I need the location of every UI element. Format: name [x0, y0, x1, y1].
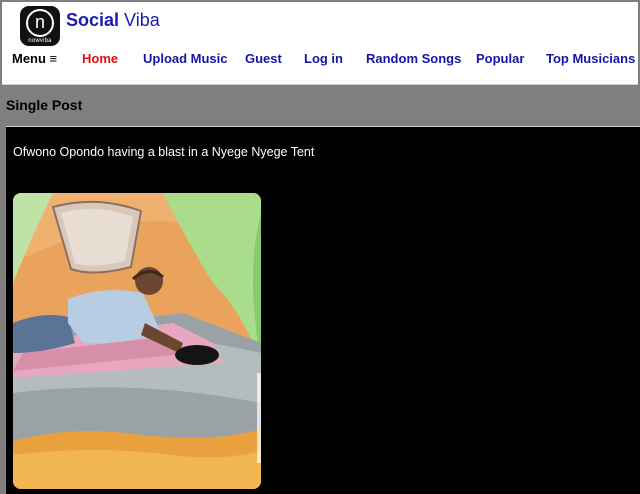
nav-guest[interactable]: Guest	[245, 51, 282, 66]
post-photo[interactable]	[13, 193, 261, 489]
tent-photo-illustration	[13, 193, 261, 489]
logo-n-icon: n	[26, 8, 54, 37]
menu-toggle[interactable]: Menu ≡	[12, 51, 57, 66]
site-logo[interactable]: n nowviba	[20, 6, 60, 46]
section-title: Single Post	[6, 97, 83, 113]
nav-home[interactable]: Home	[82, 51, 118, 66]
nav-random-songs[interactable]: Random Songs	[366, 51, 461, 66]
logo-text: nowviba	[28, 37, 52, 44]
site-title-rest: Viba	[124, 10, 160, 30]
post-caption: Ofwono Opondo having a blast in a Nyege …	[13, 145, 315, 159]
post-card: Ofwono Opondo having a blast in a Nyege …	[6, 126, 640, 494]
site-title-bold: Social	[66, 10, 120, 30]
nav-popular[interactable]: Popular	[476, 51, 524, 66]
site-header: n nowviba Social Viba Menu ≡ Home Upload…	[2, 2, 638, 85]
nav-log-in[interactable]: Log in	[304, 51, 343, 66]
nav-upload-music[interactable]: Upload Music	[143, 51, 228, 66]
nav-top-musicians[interactable]: Top Musicians	[546, 51, 635, 66]
site-title[interactable]: Social Viba	[66, 10, 160, 31]
